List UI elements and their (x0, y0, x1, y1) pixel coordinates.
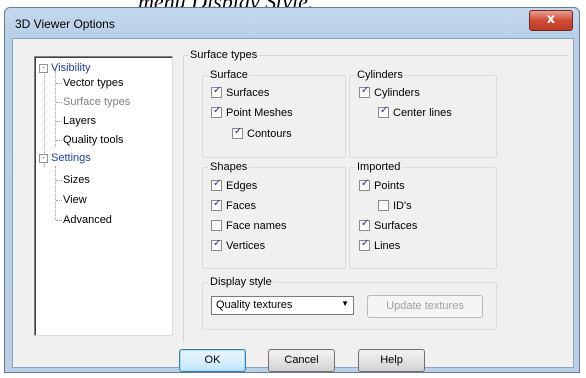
tree-label: Layers (63, 115, 97, 127)
collapse-icon[interactable]: - (39, 64, 48, 73)
tree-line (56, 102, 62, 103)
checkbox-icon[interactable] (378, 200, 389, 211)
checkbox-icon[interactable] (211, 198, 222, 211)
tree-item-vector-types[interactable]: Vector types (63, 77, 124, 89)
checkbox-label: Point Meshes (226, 107, 293, 119)
checkbox-label: Edges (226, 180, 258, 192)
checkbox-label: Face names (226, 220, 287, 232)
panel-title: Surface types (188, 49, 260, 61)
checkbox-icon[interactable] (359, 238, 370, 251)
lines-checkbox[interactable]: Lines (359, 238, 401, 252)
tree-line (56, 140, 62, 141)
checkbox-label: Cylinders (374, 87, 420, 99)
dialog-window: 3D Viewer Options x - Visibility Vector t… (4, 7, 580, 373)
tree-item-layers[interactable]: Layers (63, 115, 96, 127)
tree-label: Quality tools (63, 134, 124, 146)
tree-label: Advanced (63, 214, 112, 226)
tree-label: Sizes (63, 174, 90, 186)
tree-label: Surface types (63, 96, 131, 108)
points-checkbox[interactable]: Points (359, 178, 405, 192)
ok-button[interactable]: OK (179, 349, 246, 372)
tree-line (56, 200, 62, 201)
tree-label: Vector types (63, 77, 124, 89)
tree-line (56, 220, 62, 221)
checkbox-icon[interactable] (211, 238, 222, 251)
tree-item-sizes[interactable]: Sizes (63, 174, 90, 186)
checkbox-label: Center lines (393, 107, 452, 119)
checkbox-label: Lines (374, 240, 401, 252)
imported-surfaces-checkbox[interactable]: Surfaces (359, 218, 418, 232)
tree-label: View (63, 194, 87, 206)
tree-item-visibility[interactable]: - Visibility (39, 62, 91, 74)
close-icon: x (546, 12, 556, 27)
tree-line (55, 166, 56, 220)
point-meshes-checkbox[interactable]: Point Meshes (211, 105, 293, 119)
tree-line (56, 83, 62, 84)
cylinders-group-label: Cylinders (355, 69, 405, 81)
checkbox-icon[interactable] (211, 85, 222, 98)
dialog-client: - Visibility Vector types Surface types L… (12, 38, 574, 372)
checkbox-icon[interactable] (211, 105, 222, 118)
close-button[interactable]: x (529, 10, 573, 31)
tree-label: Settings (51, 152, 91, 164)
checkbox-label: Faces (226, 200, 256, 212)
cylinders-checkbox[interactable]: Cylinders (359, 85, 420, 99)
tree-label: Visibility (51, 62, 91, 74)
update-textures-button[interactable]: Update textures (367, 295, 483, 318)
tree-item-surface-types[interactable]: Surface types (63, 96, 130, 108)
title-bar: 3D Viewer Options x (5, 8, 579, 38)
contours-checkbox[interactable]: Contours (232, 126, 292, 140)
face-names-checkbox[interactable]: Face names (211, 220, 287, 232)
checkbox-label: Points (374, 180, 405, 192)
help-button[interactable]: Help (358, 349, 425, 372)
checkbox-icon[interactable] (211, 220, 222, 231)
edges-checkbox[interactable]: Edges (211, 178, 258, 192)
vertices-checkbox[interactable]: Vertices (211, 238, 266, 252)
checkbox-icon[interactable] (359, 85, 370, 98)
surfaces-checkbox[interactable]: Surfaces (211, 85, 270, 99)
checkbox-icon[interactable] (211, 178, 222, 191)
checkbox-label: Vertices (226, 240, 266, 252)
tree-line (56, 180, 62, 181)
checkbox-icon[interactable] (232, 126, 243, 139)
checkbox-label: Contours (247, 128, 292, 140)
center-lines-checkbox[interactable]: Center lines (378, 105, 452, 119)
tree-item-settings[interactable]: - Settings (39, 152, 91, 164)
shapes-group-label: Shapes (208, 161, 250, 173)
checkbox-icon[interactable] (378, 105, 389, 118)
checkbox-label: ID's (393, 200, 412, 212)
display-style-label: Display style (208, 276, 274, 288)
tree-line (56, 121, 62, 122)
checkbox-icon[interactable] (359, 178, 370, 191)
collapse-icon[interactable]: - (39, 154, 48, 163)
tree-item-quality-tools[interactable]: Quality tools (63, 134, 124, 146)
imported-group-label: Imported (355, 161, 403, 173)
display-style-value: Quality textures (216, 299, 293, 311)
checkbox-icon[interactable] (359, 218, 370, 231)
cancel-button[interactable]: Cancel (268, 349, 335, 372)
checkbox-label: Surfaces (374, 220, 418, 232)
faces-checkbox[interactable]: Faces (211, 198, 256, 212)
window-title: 3D Viewer Options (15, 17, 115, 31)
display-style-select[interactable]: Quality textures ▼ (211, 296, 354, 315)
checkbox-label: Surfaces (226, 87, 270, 99)
tree-item-view[interactable]: View (63, 194, 87, 206)
ids-checkbox[interactable]: ID's (378, 200, 412, 212)
options-tree[interactable]: - Visibility Vector types Surface types L… (34, 56, 173, 336)
tree-item-advanced[interactable]: Advanced (63, 214, 112, 226)
chevron-down-icon[interactable]: ▼ (341, 299, 349, 308)
surface-group-label: Surface (208, 69, 250, 81)
